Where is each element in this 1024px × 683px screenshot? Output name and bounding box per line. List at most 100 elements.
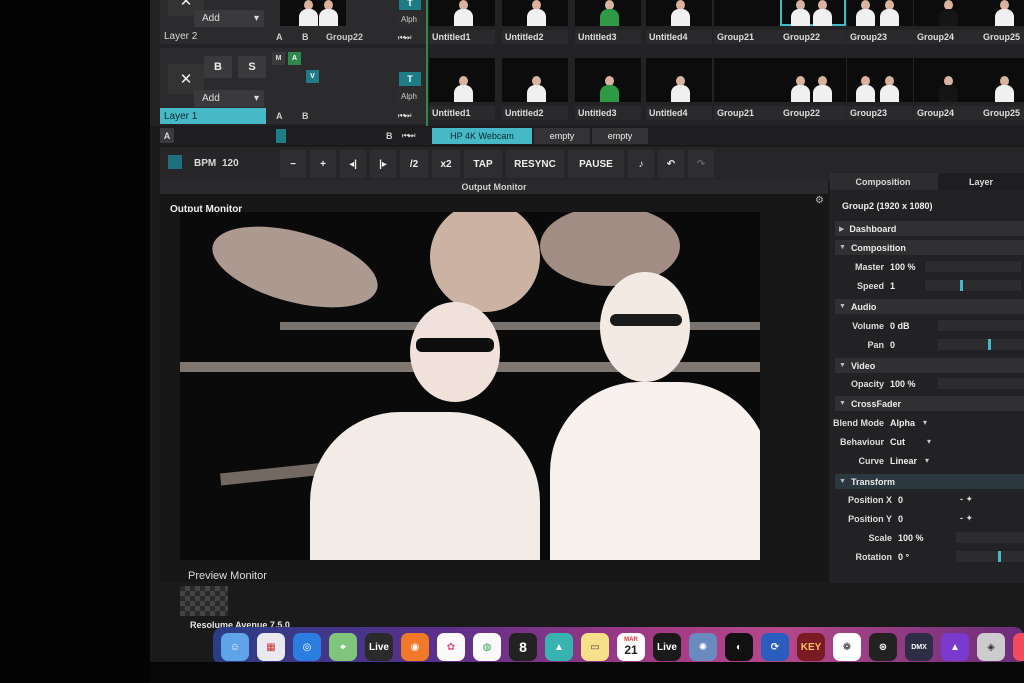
rotation-slider[interactable] [956,551,1024,562]
layer-2-clip-2[interactable]: Untitled2 [502,0,568,46]
layer-1-alpha-button[interactable]: Alph [396,90,422,103]
notes-icon[interactable]: ▭ [581,633,609,661]
layer-2-clip-1[interactable]: Untitled1 [429,0,495,46]
layer-1-name[interactable]: Layer 1 [160,108,266,124]
section-dashboard[interactable]: ▶ Dashboard [835,221,1024,236]
prop-blend-mode[interactable]: Blend Mode Alpha ▾ [830,415,1024,430]
deck-skip-buttons[interactable]: ⏮⏭ [402,131,415,141]
nudge-forward-button[interactable]: |▸ [370,150,396,178]
half-tempo-button[interactable]: /2 [400,150,428,178]
deck-a-button[interactable]: A [160,128,174,143]
layer-2-a-label[interactable]: A [276,32,283,42]
resync-button[interactable]: RESYNC [506,150,564,178]
layer-2-alpha-button[interactable]: Alph [396,13,422,26]
layer-1-add-select[interactable]: Add ▾ [194,90,264,107]
section-transform[interactable]: ▼ Transform [835,474,1024,489]
prop-speed[interactable]: Speed 1 [830,278,1024,293]
prop-position-x[interactable]: Position X 0 - ✦ [838,492,1024,507]
music-icon[interactable] [1013,633,1024,661]
key-app-icon[interactable]: KEY [797,633,825,661]
section-video[interactable]: ▼ Video [835,358,1024,373]
disk-utility-icon[interactable]: ◈ [977,633,1005,661]
undo-icon[interactable]: ↶ [658,150,684,178]
layer-1-clip-2[interactable]: Untitled2 [502,58,568,122]
layer-2-transition-button[interactable]: T [399,0,421,10]
layer-2-add-select[interactable]: Add ▾ [194,10,264,27]
layer-1-clip-6[interactable]: Group22 [780,58,846,122]
layer-2-name[interactable]: Layer 2 [160,28,270,44]
tempo-increase-button[interactable]: + [310,150,336,178]
resolume-avenue-icon[interactable]: ❁ [833,633,861,661]
ableton-live-icon[interactable]: Live [365,633,393,661]
layer-1-clip-9[interactable]: Group25 [980,58,1024,122]
speed-slider[interactable] [925,280,1021,291]
calendar-icon[interactable]: MAR 21 [617,633,645,661]
nudge-back-button[interactable]: ◂| [340,150,366,178]
prism-app-icon[interactable]: ▲ [941,633,969,661]
tab-layer[interactable]: Layer [938,173,1024,190]
layer-2-clip-5[interactable]: Group21 [714,0,780,46]
opacity-slider[interactable] [938,378,1024,389]
layer-1-m-button[interactable]: M [272,52,285,65]
volume-slider[interactable] [938,320,1024,331]
tempo-decrease-button[interactable]: − [280,150,306,178]
section-composition[interactable]: ▼ Composition [835,240,1024,255]
safari-icon[interactable]: ◎ [293,633,321,661]
layer-2-clip-9[interactable]: Group25 [980,0,1024,46]
layer-1-clip-1[interactable]: Untitled1 [429,58,495,122]
layer-2-clip-4[interactable]: Untitled4 [646,0,712,46]
prop-pan[interactable]: Pan 0 [830,337,1024,352]
pause-button[interactable]: PAUSE [568,150,624,178]
layer-2-clip-3[interactable]: Untitled3 [575,0,641,46]
wire-app-icon[interactable]: ⊛ [869,633,897,661]
metronome-icon[interactable]: ♪ [628,150,654,178]
deck-b-label[interactable]: B [386,131,393,141]
tap-button[interactable]: TAP [464,150,502,178]
layer-1-bypass-button[interactable]: B [204,56,232,78]
ableton-live-2-icon[interactable]: Live [653,633,681,661]
deck-tab-empty-1[interactable]: empty [534,128,590,144]
layer-1-skip-buttons[interactable]: ⏮⏭ [398,111,411,121]
infinity-app-icon[interactable]: 8 [509,633,537,661]
dmx-app-icon[interactable]: DMX [905,633,933,661]
prop-curve[interactable]: Curve Linear ▾ [830,453,1024,468]
section-crossfader[interactable]: ▼ CrossFader [835,396,1024,411]
gear-icon[interactable]: ⚙ [815,195,824,206]
pan-slider-handle[interactable] [988,339,991,350]
layer-1-transition-button[interactable]: T [399,72,421,86]
position-x-stepper[interactable]: - ✦ [960,494,973,505]
layer-1-clip-3[interactable]: Untitled3 [575,58,641,122]
bpm-value[interactable]: 120 [222,158,239,169]
layer-1-clip-5[interactable]: Group21 [714,58,780,122]
layer-2-clip-8[interactable]: Group24 [914,0,980,46]
photos-icon[interactable]: ✿ [437,633,465,661]
speed-slider-handle[interactable] [960,280,963,291]
section-audio[interactable]: ▼ Audio [835,299,1024,314]
position-y-stepper[interactable]: - ✦ [960,513,973,524]
layer-1-v-toggle[interactable]: V [306,70,319,83]
prop-rotation[interactable]: Rotation 0 ° [838,549,1024,564]
prop-position-y[interactable]: Position Y 0 - ✦ [838,511,1024,526]
master-slider[interactable] [925,261,1021,272]
prop-opacity[interactable]: Opacity 100 % [830,376,1024,391]
deck-tab-webcam[interactable]: HP 4K Webcam [432,128,532,144]
layer-2-skip-buttons[interactable]: ⏮⏭ [398,33,411,43]
resolume-arena-icon[interactable]: ◐ [725,633,753,661]
prop-scale[interactable]: Scale 100 % [838,530,1024,545]
finder-icon[interactable]: ☺ [221,633,249,661]
firefox-icon[interactable]: ◉ [401,633,429,661]
deck-tab-empty-2[interactable]: empty [592,128,648,144]
layer-2-b-label[interactable]: B [302,32,309,42]
double-tempo-button[interactable]: x2 [432,150,460,178]
layer-2-overflow-clip[interactable] [280,0,346,26]
rotation-slider-handle[interactable] [998,551,1001,562]
tab-composition[interactable]: Composition [830,173,936,190]
compass-app-icon[interactable]: ✺ [689,633,717,661]
layer-1-a-label[interactable]: A [276,111,283,121]
prop-master[interactable]: Master 100 % [830,259,1024,274]
layer-1-clip-4[interactable]: Untitled4 [646,58,712,122]
layer-2-clip-6[interactable]: Group22 [780,0,846,46]
layer-1-clip-7[interactable]: Group23 [847,58,913,122]
layer-1-a-toggle[interactable]: A [288,52,301,65]
arc-app-icon[interactable]: ▲ [545,633,573,661]
